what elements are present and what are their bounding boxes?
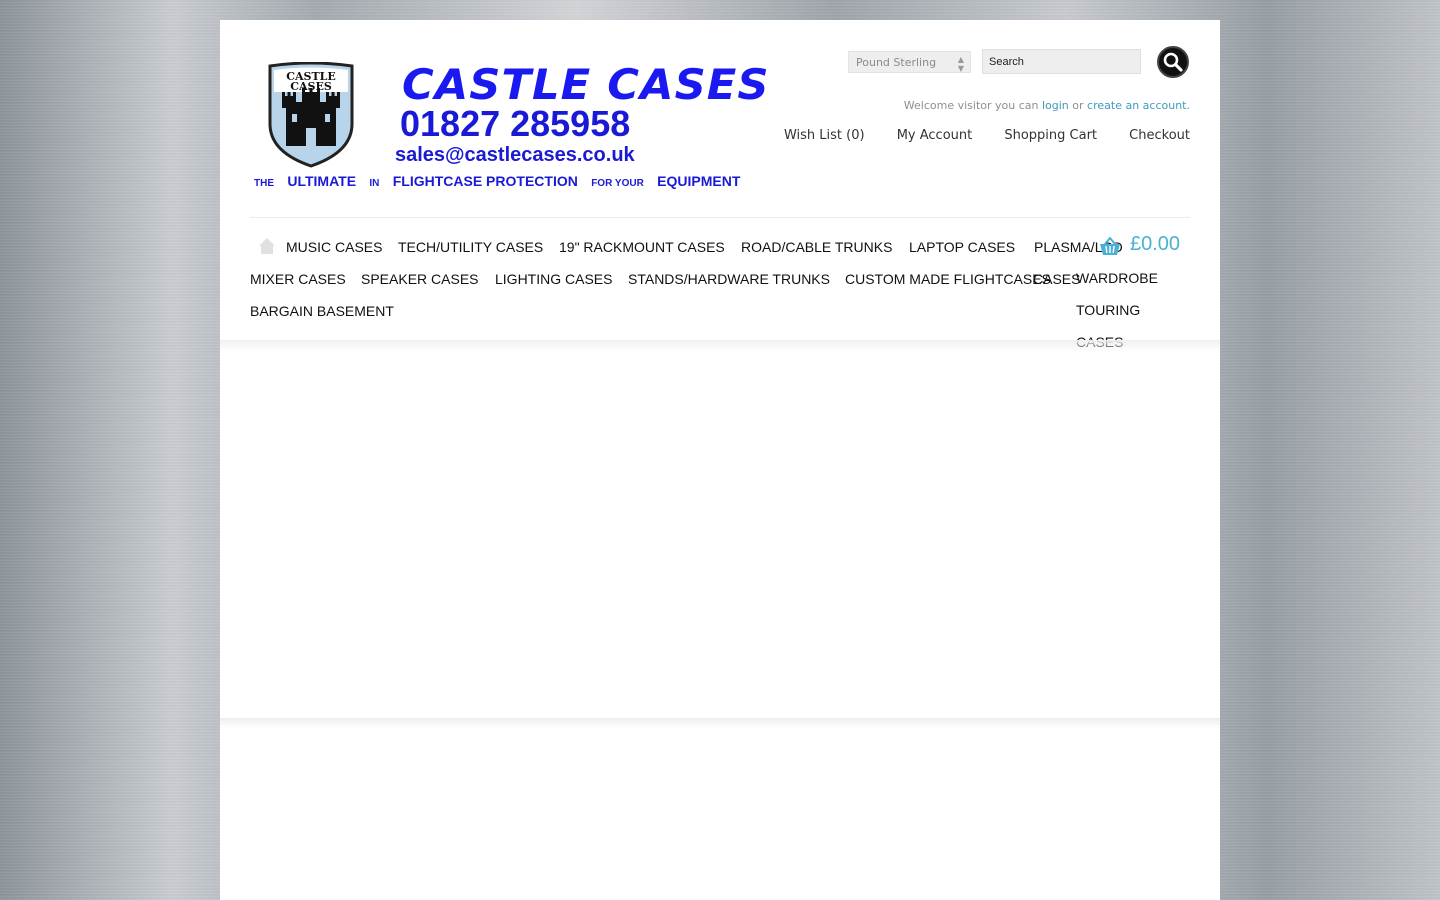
login-link[interactable]: login [1042, 99, 1069, 112]
footer-shadow [220, 718, 1220, 728]
page-container: CASTLE CASES CASTLE CASES 01827 285958 s… [220, 20, 1220, 900]
tagline-word: THE [254, 178, 274, 189]
tagline-word: IN [369, 178, 380, 189]
header-divider [250, 217, 1190, 218]
create-account-link[interactable]: create an account. [1087, 99, 1190, 112]
select-arrows-icon: ▲ ▼ [957, 55, 964, 73]
menu-item-custom-made-flightcases[interactable]: CUSTOM MADE FLIGHTCASES [845, 271, 1051, 287]
logo-email: sales@castlecases.co.uk [395, 144, 635, 166]
wardrobe-line: WARDROBE [1076, 270, 1158, 286]
main-content [220, 350, 1220, 720]
logo-phone: 01827 285958 [400, 103, 631, 144]
tagline-word: ULTIMATE [287, 173, 357, 189]
currency-value: Pound Sterling [856, 56, 937, 69]
search-input[interactable] [982, 49, 1141, 74]
wardrobe-line: TOURING [1076, 302, 1141, 318]
menu-item-bargain-basement[interactable]: BARGAIN BASEMENT [250, 303, 394, 319]
search-icon [1163, 52, 1183, 72]
menu-item-laptop-cases[interactable]: LAPTOP CASES [909, 239, 1015, 255]
currency-select[interactable]: Pound Sterling ▲ ▼ [848, 51, 971, 73]
wishlist-link[interactable]: Wish List (0) [784, 128, 865, 143]
menu-item-speaker-cases[interactable]: SPEAKER CASES [361, 271, 479, 287]
menu-item-plasma-lcd-cases[interactable]: CASES [1033, 271, 1080, 287]
menu-item-rackmount-cases[interactable]: 19" RACKMOUNT CASES [559, 239, 725, 255]
home-icon[interactable] [258, 237, 276, 255]
menu-item-tech-utility-cases[interactable]: TECH/UTILITY CASES [398, 239, 543, 255]
tagline-word: FLIGHTCASE PROTECTION [392, 173, 578, 189]
tagline-word: EQUIPMENT [657, 173, 741, 189]
menu-item-lighting-cases[interactable]: LIGHTING CASES [495, 271, 612, 287]
menu-item-music-cases[interactable]: MUSIC CASES [286, 239, 382, 255]
logo-tagline: THE ULTIMATE IN FLIGHTCASE PROTECTION FO… [254, 173, 740, 191]
basket-icon [1100, 236, 1120, 255]
welcome-text: Welcome visitor you can login or create … [904, 99, 1190, 112]
site-logo[interactable]: CASTLE CASES CASTLE CASES 01827 285958 s… [252, 60, 769, 195]
checkout-link[interactable]: Checkout [1129, 128, 1190, 143]
cart-total: £0.00 [1130, 233, 1181, 255]
crest-line2: CASES [290, 80, 332, 93]
top-links: Wish List (0) My Account Shopping Cart C… [756, 128, 1190, 143]
castle-crest-icon: CASTLE CASES [268, 62, 354, 168]
my-account-link[interactable]: My Account [897, 128, 973, 143]
welcome-or: or [1072, 99, 1084, 112]
tagline-word: FOR YOUR [591, 178, 644, 189]
menu-item-mixer-cases[interactable]: MIXER CASES [250, 271, 346, 287]
menu-item-road-cable-trunks[interactable]: ROAD/CABLE TRUNKS [741, 239, 892, 255]
search-button[interactable] [1157, 46, 1189, 78]
menu-item-stands-hardware-trunks[interactable]: STANDS/HARDWARE TRUNKS [628, 271, 830, 287]
logo-name: CASTLE CASES [402, 60, 770, 109]
shopping-cart-link[interactable]: Shopping Cart [1004, 128, 1097, 143]
welcome-prefix: Welcome visitor you can [903, 99, 1039, 112]
